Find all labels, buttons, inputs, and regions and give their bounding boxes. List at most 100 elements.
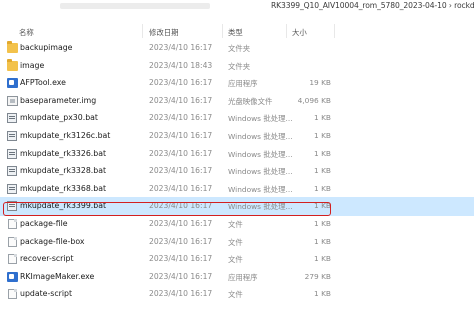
- file-row[interactable]: mkupdate_rk3328.bat 2023/4/10 16:17 Window…: [0, 162, 474, 181]
- file-name: image: [20, 60, 45, 70]
- file-row[interactable]: image 2023/4/10 18:43 文件夹: [0, 57, 474, 76]
- file-date: 2023/4/10 16:17: [149, 166, 213, 176]
- file-row[interactable]: mkupdate_rk3368.bat 2023/4/10 16:17 Window…: [0, 180, 474, 199]
- file-date: 2023/4/10 16:17: [149, 271, 213, 281]
- file-date: 2023/4/10 16:17: [149, 254, 213, 264]
- file-row[interactable]: update-script 2023/4/10 16:17 文件 1 KB: [0, 285, 474, 304]
- file-name: AFPTool.exe: [20, 78, 66, 88]
- file-size: 1 KB: [314, 166, 331, 176]
- file-icon: [8, 236, 17, 247]
- column-header-type[interactable]: 类型: [228, 27, 243, 38]
- file-name: mkupdate_rk3126c.bat: [20, 131, 111, 140]
- file-type: Windows 批处理...: [228, 184, 293, 194]
- file-date: 2023/4/10 16:17: [149, 289, 213, 299]
- file-icon: [8, 289, 17, 300]
- file-name: mkupdate_rk3368.bat: [20, 183, 107, 193]
- file-type: 文件夹: [228, 61, 251, 71]
- file-row[interactable]: package-file 2023/4/10 16:17 文件 1 KB: [0, 215, 474, 234]
- file-row[interactable]: mkupdate_rk3399.bat 2023/4/10 16:17 Window…: [0, 197, 474, 217]
- address-path[interactable]: RK3399_Q10_AIV10004_rom_5780_2023-04-10 …: [271, 1, 474, 10]
- file-date: 2023/4/10 16:17: [149, 183, 213, 193]
- batch-file-icon: [7, 183, 17, 194]
- file-type: 文件: [228, 237, 243, 247]
- file-date: 2023/4/10 16:17: [149, 201, 213, 211]
- file-row[interactable]: recover-script 2023/4/10 16:17 文件 1 KB: [0, 250, 474, 269]
- file-type: Windows 批处理...: [228, 114, 293, 124]
- file-name: package-file-box: [20, 236, 85, 246]
- column-divider[interactable]: [142, 24, 143, 38]
- file-size: 1 KB: [314, 201, 331, 211]
- file-date: 2023/4/10 16:17: [149, 113, 213, 123]
- file-date: 2023/4/10 16:17: [149, 78, 213, 88]
- batch-file-icon: [7, 131, 17, 141]
- file-row[interactable]: mkupdate_px30.bat 2023/4/10 16:17 Windows …: [0, 109, 474, 128]
- file-name: mkupdate_rk3399.bat: [20, 201, 107, 211]
- file-size: 1 KB: [314, 219, 331, 228]
- column-divider[interactable]: [334, 24, 335, 38]
- file-type: Windows 批处理...: [228, 132, 293, 141]
- file-size: 1 KB: [314, 236, 331, 246]
- file-date: 2023/4/10 16:17: [149, 219, 213, 228]
- address-bar[interactable]: RK3399_Q10_AIV10004_rom_5780_2023-04-10 …: [0, 0, 474, 13]
- file-row[interactable]: mkupdate_rk3326.bat 2023/4/10 16:17 Window…: [0, 145, 474, 164]
- exe-icon: [7, 78, 18, 89]
- file-row[interactable]: package-file-box 2023/4/10 16:17 文件 1 KB: [0, 233, 474, 252]
- file-name: recover-script: [20, 254, 74, 264]
- disc-image-icon: [7, 95, 18, 106]
- file-type: 文件: [228, 290, 243, 300]
- batch-file-icon: [7, 166, 17, 177]
- file-type: 应用程序: [228, 272, 258, 282]
- column-header-date[interactable]: 修改日期: [149, 27, 179, 38]
- batch-file-icon: [7, 201, 17, 212]
- folder-icon: [7, 41, 18, 53]
- file-row[interactable]: AFPTool.exe 2023/4/10 16:17 应用程序 19 KB: [0, 74, 474, 93]
- file-type: Windows 批处理...: [228, 167, 293, 177]
- file-size: 1 KB: [314, 148, 331, 158]
- file-size: 279 KB: [304, 271, 331, 281]
- file-size: 1 KB: [314, 131, 331, 140]
- file-row[interactable]: baseparameter.img 2023/4/10 16:17 光盘映像文件 4,…: [0, 92, 474, 111]
- batch-file-icon: [7, 113, 17, 124]
- file-size: 4,096 KB: [297, 95, 331, 105]
- file-date: 2023/4/10 16:17: [149, 148, 213, 158]
- file-size: 19 KB: [309, 78, 331, 88]
- file-date: 2023/4/10 18:43: [149, 60, 213, 70]
- file-type: 光盘映像文件: [228, 96, 273, 106]
- column-header-name[interactable]: 名称: [19, 27, 34, 38]
- file-icon: [8, 219, 17, 229]
- file-name: mkupdate_rk3326.bat: [20, 148, 107, 158]
- blurred-path-segment: [60, 3, 210, 9]
- batch-file-icon: [7, 148, 17, 159]
- column-header-row: 名称 修改日期 类型 大小: [0, 22, 474, 40]
- file-date: 2023/4/10 16:17: [149, 236, 213, 246]
- file-size: 1 KB: [314, 113, 331, 123]
- column-header-size[interactable]: 大小: [292, 27, 307, 38]
- exe-icon: [7, 271, 18, 282]
- file-name: package-file: [20, 219, 68, 228]
- file-name: mkupdate_rk3328.bat: [20, 166, 107, 176]
- file-type: Windows 批处理...: [228, 202, 293, 212]
- file-icon: [8, 254, 17, 265]
- file-row[interactable]: mkupdate_rk3126c.bat 2023/4/10 16:17 Windo…: [0, 127, 474, 146]
- file-name: baseparameter.img: [20, 95, 97, 105]
- file-type: 文件: [228, 220, 243, 229]
- column-divider[interactable]: [286, 24, 287, 38]
- file-name: update-script: [20, 289, 73, 299]
- file-name: backupimage: [20, 43, 73, 52]
- file-type: 应用程序: [228, 79, 258, 89]
- file-type: Windows 批处理...: [228, 149, 293, 159]
- file-size: 1 KB: [314, 289, 331, 299]
- file-row[interactable]: RKImageMaker.exe 2023/4/10 16:17 应用程序 279 K…: [0, 268, 474, 287]
- file-date: 2023/4/10 16:17: [149, 131, 213, 140]
- file-date: 2023/4/10 16:17: [149, 95, 213, 105]
- file-type: 文件夹: [228, 44, 251, 53]
- file-type: 文件: [228, 255, 243, 265]
- file-size: 1 KB: [314, 183, 331, 193]
- file-name: mkupdate_px30.bat: [20, 113, 98, 123]
- column-divider[interactable]: [222, 24, 223, 38]
- folder-icon: [7, 58, 18, 71]
- file-row[interactable]: backupimage 2023/4/10 16:17 文件夹: [0, 39, 474, 58]
- file-name: RKImageMaker.exe: [20, 271, 95, 281]
- file-date: 2023/4/10 16:17: [149, 43, 213, 52]
- file-size: 1 KB: [314, 254, 331, 264]
